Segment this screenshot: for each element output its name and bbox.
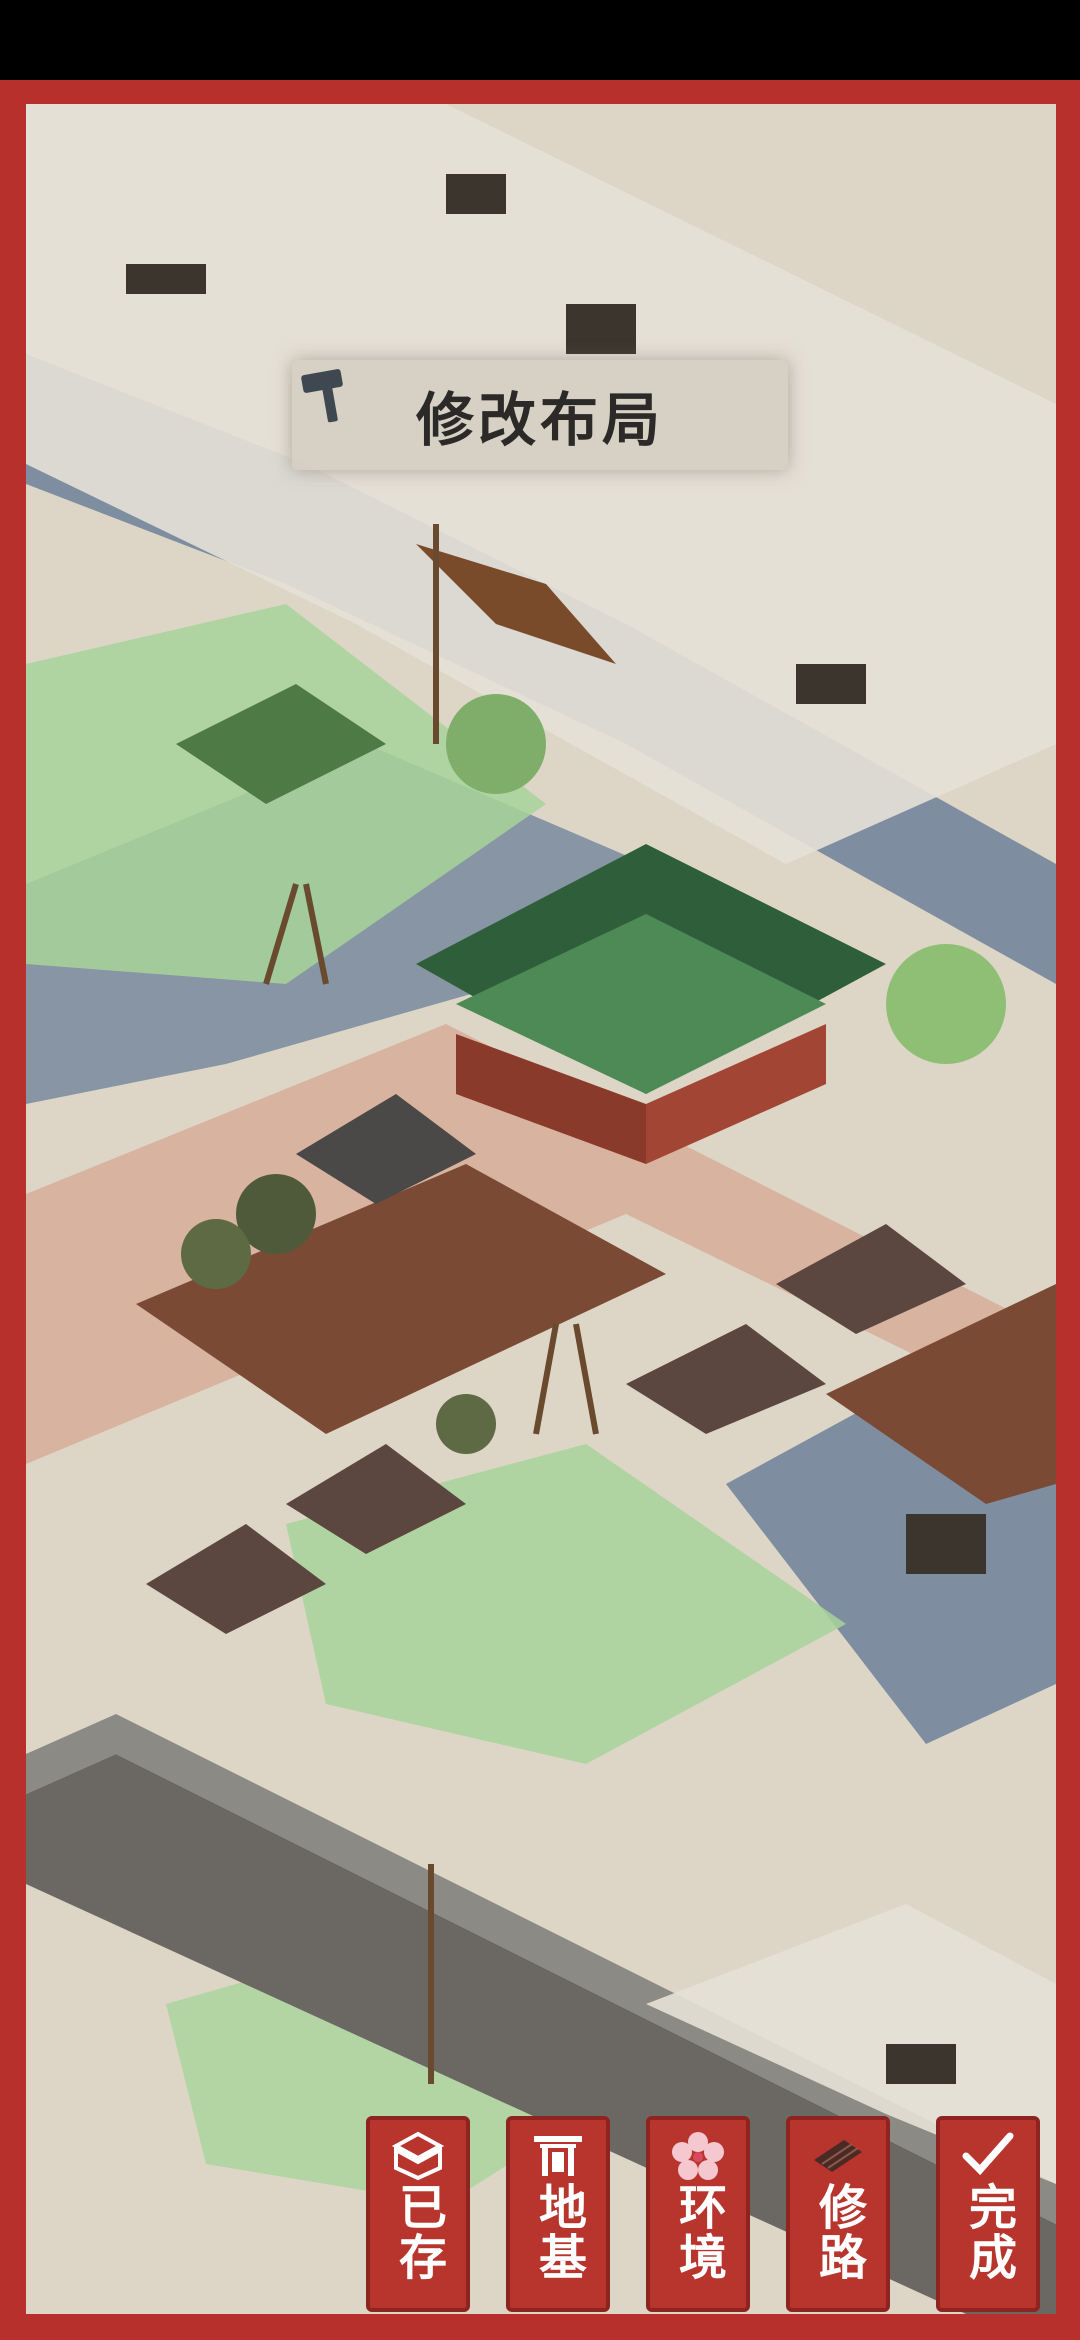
saved-button-label: 已存 <box>390 2182 446 2282</box>
status-bar-area <box>0 0 1080 80</box>
saved-button[interactable]: 已存 <box>366 2116 470 2312</box>
environment-button-label: 环境 <box>670 2182 726 2282</box>
house-roof-2 <box>626 1324 826 1434</box>
game-map[interactable]: 修改布局 <box>26 104 1056 2314</box>
road-button-label: 修路 <box>810 2182 866 2282</box>
edit-toolbar: 已存 地基 环境 修路 完成 <box>360 2116 1060 2316</box>
road-button[interactable]: 修路 <box>786 2116 890 2312</box>
foundation-button[interactable]: 地基 <box>506 2116 610 2312</box>
banner-title: 修改布局 <box>415 386 664 454</box>
storage-box-icon <box>391 2131 445 2180</box>
road-tile-icon <box>814 2140 862 2172</box>
done-button[interactable]: 完成 <box>936 2116 1040 2312</box>
gate-icon <box>534 2136 582 2176</box>
checkmark-icon <box>962 2132 1014 2176</box>
plum-blossom-icon <box>672 2132 724 2180</box>
hammer-icon <box>301 369 343 423</box>
edit-layout-banner: 修改布局 <box>292 360 788 470</box>
foundation-button-label: 地基 <box>530 2182 586 2282</box>
environment-button[interactable]: 环境 <box>646 2116 750 2312</box>
done-button-label: 完成 <box>960 2182 1016 2282</box>
